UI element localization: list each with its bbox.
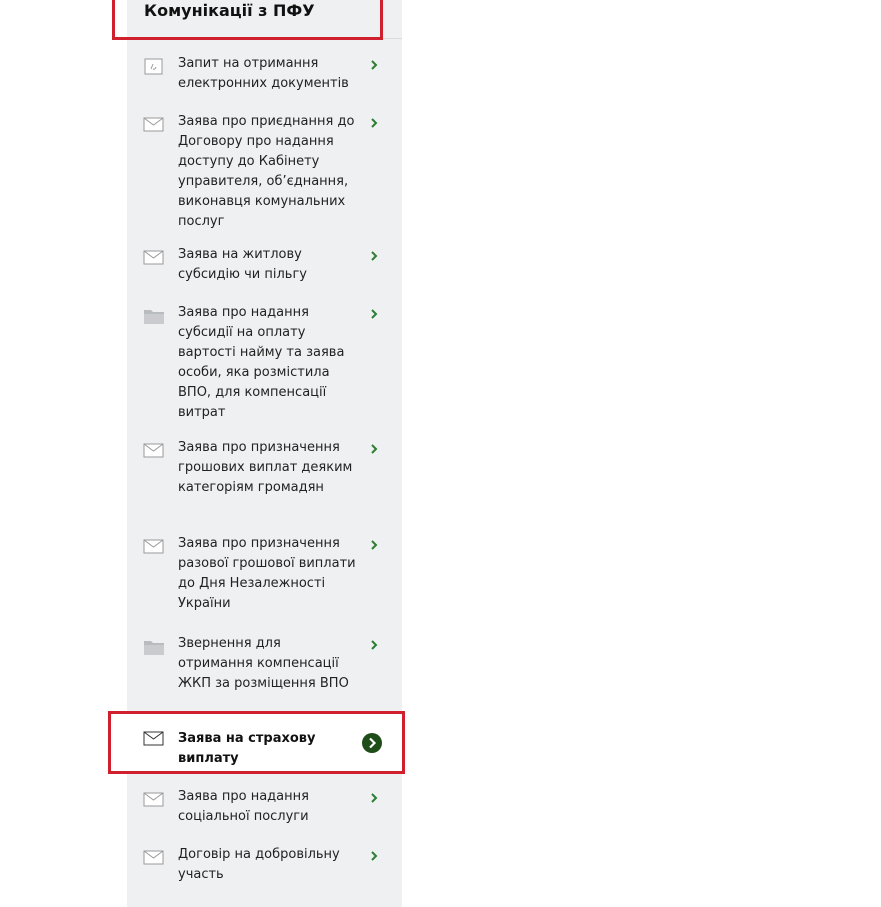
menu-item-rent-subsidy[interactable]: Заява про надання субсидії на оплату вар…: [127, 303, 402, 423]
menu-item-insurance-payment[interactable]: Заява на страхову виплату: [127, 714, 402, 771]
menu-item-label: Заява про призначення грошових виплат де…: [178, 440, 353, 495]
menu-item-electronic-documents[interactable]: Запит на отримання електронних документі…: [127, 54, 402, 104]
menu-item-social-service[interactable]: Заява про надання соціальної послуги: [127, 787, 402, 835]
envelope-icon: [143, 730, 165, 748]
menu-item-label: Договір на добровільну участь: [178, 847, 340, 882]
chevron-right-icon: [367, 848, 381, 862]
document-icon: [143, 58, 165, 76]
folder-icon: [143, 638, 165, 656]
chevron-right-icon: [367, 115, 381, 129]
chevron-right-icon: [367, 537, 381, 551]
menu-item-cash-payments[interactable]: Заява про призначення грошових виплат де…: [127, 438, 402, 518]
envelope-icon: [143, 249, 165, 267]
envelope-icon: [143, 116, 165, 134]
chevron-right-icon: [367, 441, 381, 455]
menu-item-utility-compensation[interactable]: Звернення для отримання компенсації ЖКП …: [127, 634, 402, 704]
menu-item-label: Заява про приєднання до Договору про над…: [178, 114, 355, 229]
menu-item-join-agreement[interactable]: Заява про приєднання до Договору про над…: [127, 112, 402, 234]
menu-item-label: Заява про надання соціальної послуги: [178, 789, 309, 824]
menu-item-label: Звернення для отримання компенсації ЖКП …: [178, 636, 349, 691]
divider: [127, 38, 402, 39]
envelope-icon: [143, 849, 165, 867]
menu-item-label: Запит на отримання електронних документі…: [178, 56, 349, 91]
menu-item-label: Заява на страхову виплату: [178, 731, 316, 766]
menu-item-label: Заява на житлову субсидію чи пільгу: [178, 247, 307, 282]
menu-item-housing-subsidy[interactable]: Заява на житлову субсидію чи пільгу: [127, 245, 402, 291]
menu-item-label: Заява про надання субсидії на оплату вар…: [178, 305, 345, 420]
menu-item-voluntary-participation[interactable]: Договір на добровільну участь: [127, 845, 402, 893]
envelope-icon: [143, 442, 165, 460]
chevron-right-icon: [367, 248, 381, 262]
envelope-icon: [143, 791, 165, 809]
menu-item-label: Заява про призначення разової грошової в…: [178, 536, 356, 611]
chevron-right-circle-icon: [361, 732, 383, 754]
chevron-right-icon: [367, 57, 381, 71]
chevron-right-icon: [367, 306, 381, 320]
chevron-right-icon: [367, 790, 381, 804]
section-title: Комунікації з ПФУ: [144, 1, 315, 20]
menu-item-independence-day-payment[interactable]: Заява про призначення разової грошової в…: [127, 534, 402, 624]
envelope-icon: [143, 538, 165, 556]
chevron-right-icon: [367, 637, 381, 651]
folder-icon: [143, 307, 165, 325]
